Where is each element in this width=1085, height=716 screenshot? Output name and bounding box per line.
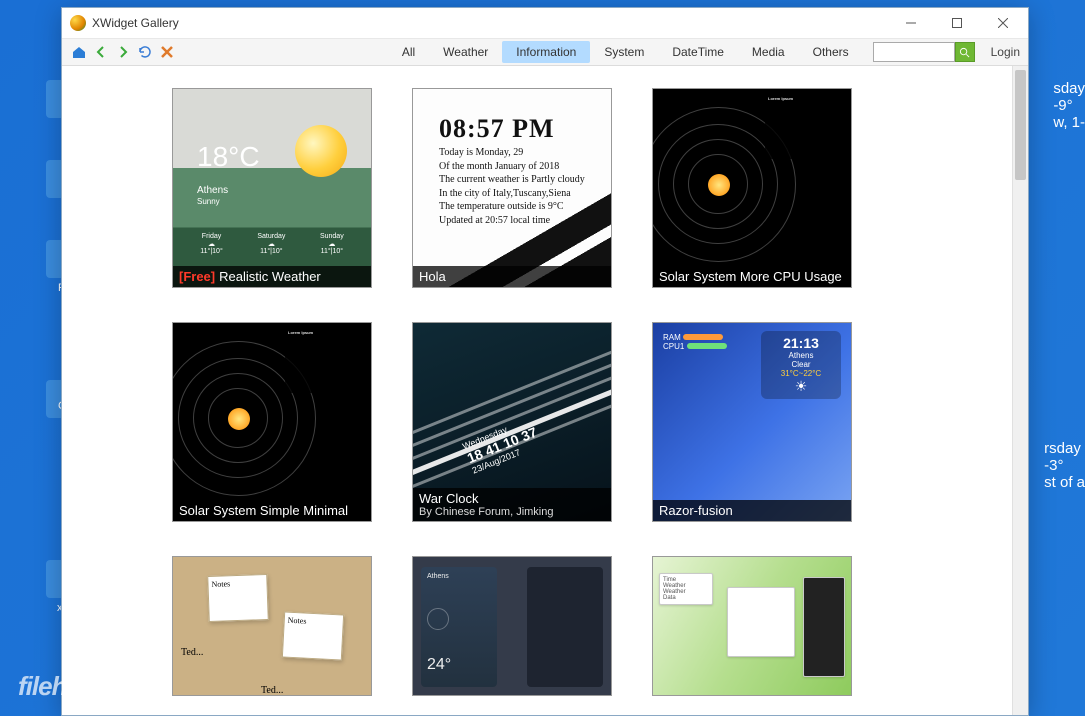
minimize-button[interactable]: [888, 8, 934, 38]
scrollbar[interactable]: [1012, 66, 1028, 715]
sun-icon: [295, 125, 347, 177]
toolbar: All Weather Information System DateTime …: [62, 38, 1028, 66]
card-title: Solar System Simple Minimal: [173, 500, 371, 521]
temp-text: 18°C: [197, 141, 260, 173]
delete-icon[interactable]: [158, 43, 176, 61]
category-tabs: All Weather Information System DateTime …: [388, 41, 863, 63]
close-button[interactable]: [980, 8, 1026, 38]
card-title: War Clock By Chinese Forum, Jimking: [413, 488, 611, 521]
refresh-icon[interactable]: [136, 43, 154, 61]
tab-all[interactable]: All: [388, 41, 429, 63]
widget-card[interactable]: Lorem Ipsum Solar System More CPU Usage: [652, 88, 852, 288]
search-button[interactable]: [955, 42, 975, 62]
widget-card[interactable]: Athens 24°: [412, 556, 612, 696]
tab-weather[interactable]: Weather: [429, 41, 502, 63]
tab-media[interactable]: Media: [738, 41, 799, 63]
bg-weather-top: sday -9° w, 1-: [1053, 80, 1085, 131]
content-area: 18°C AthensSunny Friday☁11°|10° Saturday…: [62, 66, 1028, 715]
window-title: XWidget Gallery: [92, 16, 179, 30]
back-icon[interactable]: [92, 43, 110, 61]
card-title: Hola: [413, 266, 611, 287]
tab-others[interactable]: Others: [799, 41, 863, 63]
widget-card[interactable]: Notes Notes Ted... Ted...: [172, 556, 372, 696]
tab-information[interactable]: Information: [502, 41, 590, 63]
app-window: XWidget Gallery All Weather Information …: [61, 7, 1029, 716]
maximize-button[interactable]: [934, 8, 980, 38]
widget-grid: 18°C AthensSunny Friday☁11°|10° Saturday…: [172, 88, 984, 696]
tab-datetime[interactable]: DateTime: [658, 41, 738, 63]
widget-card[interactable]: 18°C AthensSunny Friday☁11°|10° Saturday…: [172, 88, 372, 288]
widget-card[interactable]: Lorem Ipsum Solar System Simple Minimal: [172, 322, 372, 522]
card-title: Razor-fusion: [653, 500, 851, 521]
watermark: filehorse.com: [18, 671, 139, 702]
widget-card[interactable]: TimeWeatherWeatherData: [652, 556, 852, 696]
login-link[interactable]: Login: [991, 45, 1020, 59]
widget-card[interactable]: RAM CPU1 21:13 Athens Clear 31°C~22°C ☀ …: [652, 322, 852, 522]
forward-icon[interactable]: [114, 43, 132, 61]
scrollbar-thumb[interactable]: [1015, 70, 1026, 180]
search-input[interactable]: [873, 42, 955, 62]
widget-card[interactable]: 08:57 PM Today is Monday, 29 Of the mont…: [412, 88, 612, 288]
titlebar[interactable]: XWidget Gallery: [62, 8, 1028, 38]
tab-system[interactable]: System: [590, 41, 658, 63]
search-box: [873, 42, 975, 62]
bg-weather-bottom: rsday -3° st of a: [1044, 440, 1085, 491]
app-icon: [70, 15, 86, 31]
widget-card[interactable]: Wednesday 18 41 10 37 23/Aug/2017 War Cl…: [412, 322, 612, 522]
card-title: [Free]Realistic Weather: [173, 266, 371, 287]
home-icon[interactable]: [70, 43, 88, 61]
card-title: Solar System More CPU Usage: [653, 266, 851, 287]
